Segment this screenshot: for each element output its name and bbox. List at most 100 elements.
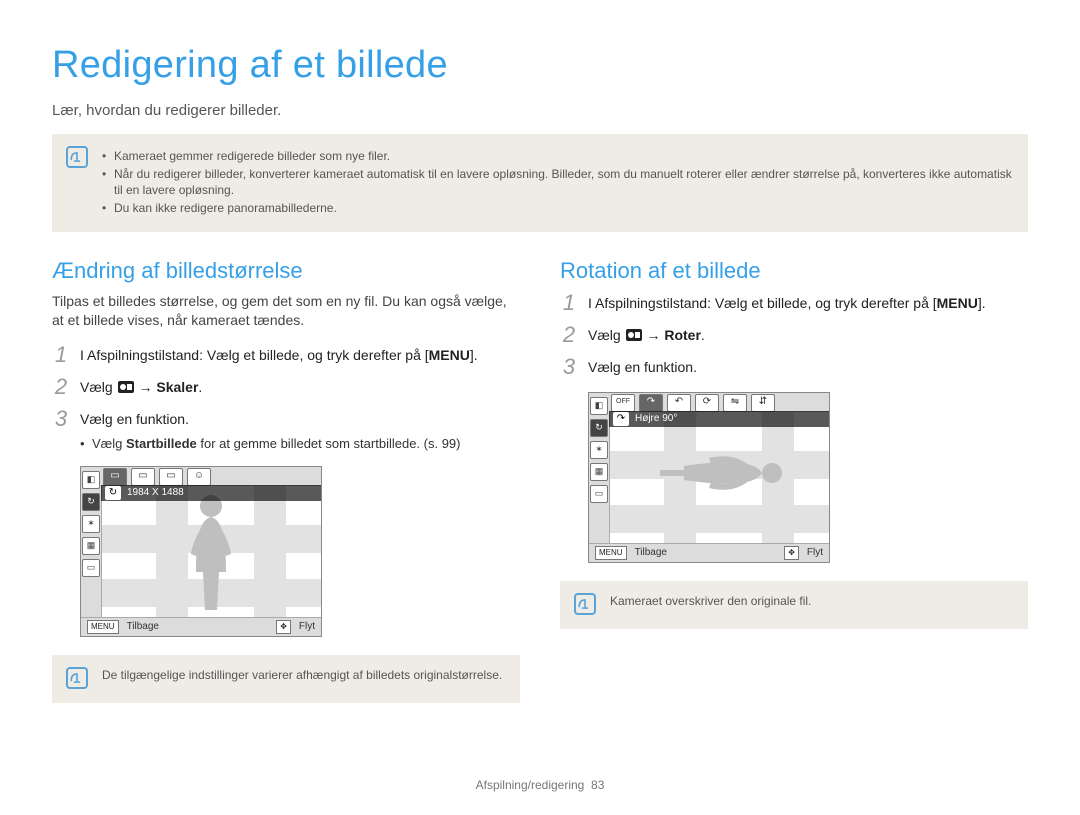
lcd-sidebar: ◧ ↻ ✶ ▦ ▭ [589, 393, 610, 543]
heading-resize: Ændring af billedstørrelse [52, 256, 520, 286]
toolbar-icon: ▭ [159, 468, 183, 486]
step-number: 2 [560, 324, 578, 346]
toolbar-icon: ▭ [131, 468, 155, 486]
lcd-toolbar: OFF ↷ ↶ ⟳ ⇋ ⇵ [609, 393, 829, 412]
lcd-footer-move: Flyt [299, 620, 315, 634]
sidebar-icon: ◧ [82, 471, 100, 489]
sub-bold: Startbillede [126, 436, 197, 451]
step-number: 1 [52, 344, 70, 366]
step-number: 1 [560, 292, 578, 314]
callout-rotate: Kameraet overskriver den originale fil. [560, 581, 1028, 629]
note-item: Kameraet gemmer redigerede billeder som … [102, 148, 1014, 164]
column-resize: Ændring af billedstørrelse Tilpas et bil… [52, 256, 520, 703]
step-text: ]. [470, 347, 478, 363]
sub-text: for at gemme billedet som startbillede. … [197, 436, 461, 451]
toolbar-icon: ⟳ [695, 394, 719, 412]
lcd-photo-area [609, 411, 829, 543]
step-text: Vælg [588, 327, 625, 343]
sidebar-icon: ▭ [82, 559, 100, 577]
column-rotate: Rotation af et billede 1 I Afspilningsti… [560, 256, 1028, 703]
callout-resize: De tilgængelige indstillinger varierer a… [52, 655, 520, 703]
callout-top: Kameraet gemmer redigerede billeder som … [52, 134, 1028, 233]
step-3: 3 Vælg en funktion. [560, 356, 1028, 378]
step-text: Vælg en funktion. [80, 411, 189, 427]
step-arrow: → [646, 327, 664, 343]
step-1: 1 I Afspilningstilstand: Vælg et billede… [52, 344, 520, 366]
lcd-toolbar: ▭ ▭ ▭ ☺ [101, 467, 321, 486]
footer-section: Afspilning/redigering [476, 778, 585, 792]
sidebar-icon-selected: ↻ [590, 419, 608, 437]
heading-rotate: Rotation af et billede [560, 256, 1028, 286]
menu-button-label: MENU [429, 347, 470, 363]
note-item: Når du redigerer billeder, konverterer k… [102, 166, 1014, 198]
page-title: Redigering af et billede [52, 40, 1028, 91]
lcd-footer-back: Tilbage [635, 546, 667, 560]
step-1: 1 I Afspilningstilstand: Vælg et billede… [560, 292, 1028, 314]
sidebar-icon: ◧ [590, 397, 608, 415]
toolbar-icon: ⇵ [751, 394, 775, 412]
lcd-banner-text: Højre 90° [635, 413, 677, 424]
sidebar-icon: ▦ [590, 463, 608, 481]
note-icon [66, 667, 88, 689]
step-text: Vælg en funktion. [588, 359, 697, 375]
sidebar-icon: ✶ [82, 515, 100, 533]
sidebar-icon-selected: ↻ [82, 493, 100, 511]
toolbar-icon: ☺ [187, 468, 211, 486]
desc-resize: Tilpas et billedes størrelse, og gem det… [52, 292, 520, 330]
toolbar-icon: ↷ [639, 394, 663, 412]
toolbar-icon: ↶ [667, 394, 691, 412]
dpad-icon: ✥ [276, 620, 291, 634]
step-text: . [198, 379, 202, 395]
step-target: Roter [664, 327, 701, 343]
step-number: 3 [52, 408, 70, 452]
standing-figure-icon [181, 492, 241, 617]
lcd-photo-area [101, 485, 321, 617]
lcd-footer-back: Tilbage [127, 620, 159, 634]
lcd-footer-move: Flyt [807, 546, 823, 560]
lcd-sidebar: ◧ ↻ ✶ ▦ ▭ [81, 467, 102, 617]
sidebar-icon: ▦ [82, 537, 100, 555]
step-text: ]. [978, 295, 986, 311]
lcd-banner-text: 1984 X 1488 [127, 487, 184, 498]
step-arrow: → [138, 379, 156, 395]
menu-key-icon: MENU [87, 620, 119, 634]
lcd-banner: ↷ Højre 90° [609, 411, 829, 427]
lcd-footer: MENU Tilbage ✥ Flyt [81, 617, 321, 636]
note-text: De tilgængelige indstillinger varierer a… [100, 667, 506, 683]
menu-button-label: MENU [937, 295, 978, 311]
lcd-banner: ↻ 1984 X 1488 [101, 485, 321, 501]
sub-text: Vælg [92, 436, 126, 451]
edit-tool-icon [117, 380, 135, 394]
page-lead: Lær, hvordan du redigerer billeder. [52, 101, 1028, 121]
step-target: Skaler [156, 379, 198, 395]
step-2: 2 Vælg → Skaler. [52, 376, 520, 398]
lying-figure-icon [654, 448, 784, 503]
lcd-footer: MENU Tilbage ✥ Flyt [589, 543, 829, 562]
banner-icon: ↷ [613, 412, 629, 426]
camera-lcd-rotate: ◧ ↻ ✶ ▦ ▭ OFF ↷ ↶ ⟳ ⇋ ⇵ [588, 392, 830, 563]
page-footer: Afspilning/redigering 83 [0, 777, 1080, 793]
note-icon [66, 146, 88, 168]
step-2: 2 Vælg → Roter. [560, 324, 1028, 346]
note-icon [574, 593, 596, 615]
step-text: Vælg [80, 379, 117, 395]
note-text: Kameraet overskriver den originale fil. [608, 593, 1014, 609]
sidebar-icon: ✶ [590, 441, 608, 459]
step-text: . [701, 327, 705, 343]
sidebar-icon: ▭ [590, 485, 608, 503]
footer-page-number: 83 [591, 778, 604, 792]
banner-icon: ↻ [105, 486, 121, 500]
note-item: Du kan ikke redigere panoramabillederne. [102, 200, 1014, 216]
step-3: 3 Vælg en funktion. Vælg Startbillede fo… [52, 408, 520, 452]
step-number: 3 [560, 356, 578, 378]
toolbar-icon: ▭ [103, 468, 127, 486]
dpad-icon: ✥ [784, 546, 799, 560]
camera-lcd-resize: ◧ ↻ ✶ ▦ ▭ ▭ ▭ ▭ ☺ ↻ 1984 X 1488 [80, 466, 322, 637]
step-text: I Afspilningstilstand: Vælg et billede, … [80, 347, 429, 363]
toolbar-off-icon: OFF [611, 394, 635, 412]
edit-tool-icon [625, 328, 643, 342]
menu-key-icon: MENU [595, 546, 627, 560]
step-text: I Afspilningstilstand: Vælg et billede, … [588, 295, 937, 311]
step-number: 2 [52, 376, 70, 398]
toolbar-icon: ⇋ [723, 394, 747, 412]
